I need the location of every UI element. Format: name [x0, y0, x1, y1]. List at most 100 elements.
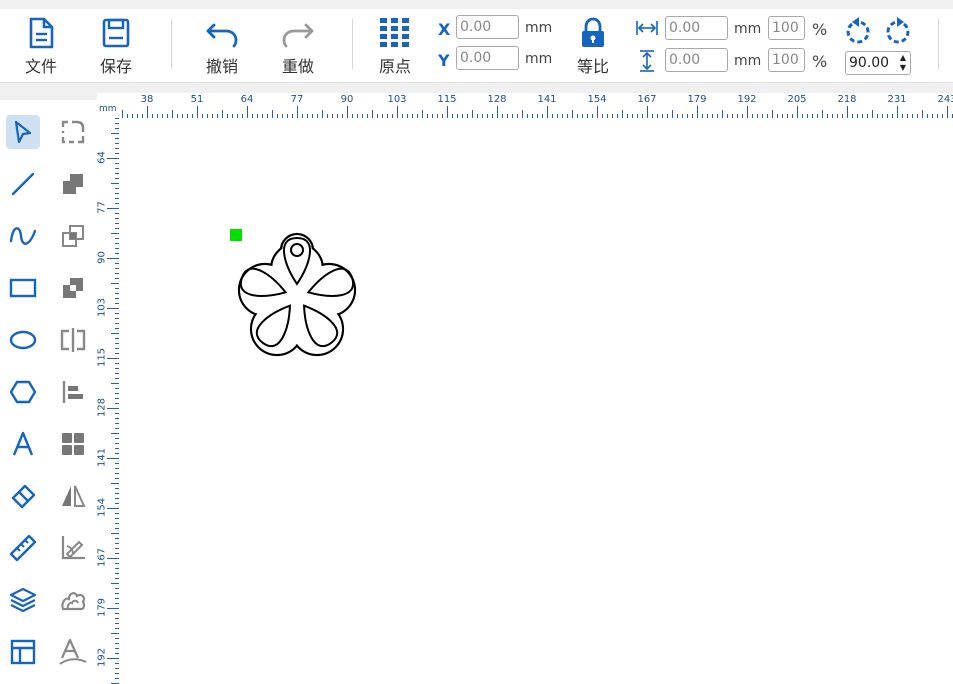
x-unit-label: mm [525, 20, 553, 36]
intersect-tool[interactable] [56, 219, 90, 253]
toolbar-separator [352, 19, 353, 69]
outline-tool[interactable] [56, 583, 90, 617]
redo-label: 重做 [281, 57, 314, 76]
origin-button[interactable]: 原点 [373, 9, 417, 82]
horizontal-ruler: mm 38 51 64 77 90 103 115 128 141 154 167 179 192 205… [97, 93, 953, 118]
polygon-tool[interactable] [6, 375, 40, 409]
redo-button[interactable]: 重做 [275, 9, 321, 82]
text-path-icon [59, 638, 87, 665]
outline-icon [61, 592, 86, 611]
height-icon [640, 50, 654, 72]
ratio-label: 等比 [576, 57, 609, 76]
ruler-tick-label: 90 [340, 94, 354, 105]
origin-grid-icon [380, 18, 409, 47]
text-path-tool[interactable] [56, 635, 90, 669]
width-input[interactable] [665, 16, 728, 40]
subtract-icon [63, 278, 83, 298]
ruler-tick-label: 115 [96, 347, 108, 368]
layout-icon [10, 639, 36, 665]
layers-icon [9, 587, 37, 613]
ruler-tick-label: 243 [937, 94, 953, 105]
save-label: 保存 [99, 57, 132, 76]
ruler-tick-label: 51 [190, 94, 204, 105]
ruler-tick-label: 218 [837, 94, 857, 105]
height-percent-input[interactable] [768, 48, 805, 72]
ruler-tick-label: 205 [787, 94, 807, 105]
grid-tool[interactable] [56, 427, 90, 461]
spin-down-icon[interactable]: ▼ [898, 63, 908, 72]
undo-button[interactable]: 撤销 [199, 9, 245, 82]
flip-icon [62, 485, 86, 507]
save-button[interactable]: 保存 [93, 9, 139, 82]
curve-icon [9, 227, 37, 245]
file-label: 文件 [24, 57, 57, 76]
mirror-tool[interactable] [56, 323, 90, 357]
flip-tool[interactable] [56, 479, 90, 513]
spin-up-icon[interactable]: ▲ [898, 53, 908, 62]
align-tool[interactable] [56, 375, 90, 409]
line-tool[interactable] [6, 167, 40, 201]
proportional-lock-button[interactable]: 等比 [571, 9, 615, 82]
ruler-tick-label: 90 [96, 251, 108, 264]
file-icon [29, 17, 54, 49]
save-icon [102, 18, 130, 48]
ruler-tick-label: 64 [96, 151, 108, 164]
grid-icon [62, 433, 84, 455]
file-button[interactable]: 文件 [18, 9, 64, 82]
ruler-tick-label: 38 [140, 94, 154, 105]
ruler-tick-label: 77 [96, 201, 108, 214]
combine-tool[interactable] [56, 167, 90, 201]
height-unit-label: mm [734, 53, 762, 69]
window-top-strip [0, 0, 953, 9]
flower-pendant-shape[interactable] [231, 230, 363, 375]
x-position-input[interactable] [456, 15, 519, 39]
ruler-tick-label: 154 [587, 94, 607, 105]
width-percent-input[interactable] [768, 16, 805, 40]
layout-tool[interactable] [6, 635, 40, 669]
ruler-tick-label: 115 [437, 94, 457, 105]
layers-tool[interactable] [6, 583, 40, 617]
measure-tool[interactable] [56, 531, 90, 565]
ellipse-tool[interactable] [6, 323, 40, 357]
height-input[interactable] [665, 48, 728, 72]
eraser-tool[interactable] [6, 479, 40, 513]
y-axis-label: Y [438, 51, 450, 70]
measure-icon [61, 536, 85, 560]
ruler-tick-label: 103 [96, 297, 108, 318]
eraser-icon [11, 484, 36, 509]
ruler-tick-label: 179 [687, 94, 707, 105]
ruler-tick-label: 192 [96, 647, 108, 668]
undo-label: 撤销 [205, 57, 238, 76]
rotate-ccw-icon[interactable] [844, 17, 874, 47]
lock-icon [582, 17, 604, 47]
rectangle-tool[interactable] [6, 271, 40, 305]
ruler-tick-label: 179 [96, 597, 108, 618]
align-left-icon [62, 381, 83, 403]
width-unit-label: mm [734, 21, 762, 37]
main-toolbar: 文件 保存 撤销 重做 原点 X 0.00 mm Y 0.00 mm 等比 0.… [0, 9, 953, 83]
ruler-tick-label: 192 [737, 94, 757, 105]
select-tool[interactable] [6, 115, 40, 149]
height-percent-symbol: % [812, 52, 828, 71]
rectangle-icon [9, 278, 37, 298]
x-axis-label: X [438, 20, 451, 39]
node-edit-tool[interactable] [56, 115, 90, 149]
curve-tool[interactable] [6, 219, 40, 253]
subtract-tool[interactable] [56, 271, 90, 305]
ruler-tick-label: 141 [537, 94, 557, 105]
vertical-ruler: 64 77 90 103 115 128 141 154 167 179 192 [97, 118, 119, 684]
ruler-tick-label: 167 [96, 547, 108, 568]
select-arrow-icon [14, 120, 32, 144]
intersect-icon [62, 225, 84, 247]
ruler-tick-label: 231 [887, 94, 907, 105]
text-tool[interactable] [6, 427, 40, 461]
ruler-tool[interactable] [6, 531, 40, 565]
y-position-input[interactable] [456, 46, 519, 70]
mirror-icon [60, 328, 86, 352]
drawing-canvas[interactable] [119, 118, 953, 684]
rotate-cw-icon[interactable] [882, 17, 912, 47]
ruler-tick-label: 77 [290, 94, 304, 105]
ruler-tick-label: 154 [96, 497, 108, 518]
ruler-tick-label: 103 [387, 94, 407, 105]
ruler-tick-label: 64 [240, 94, 254, 105]
